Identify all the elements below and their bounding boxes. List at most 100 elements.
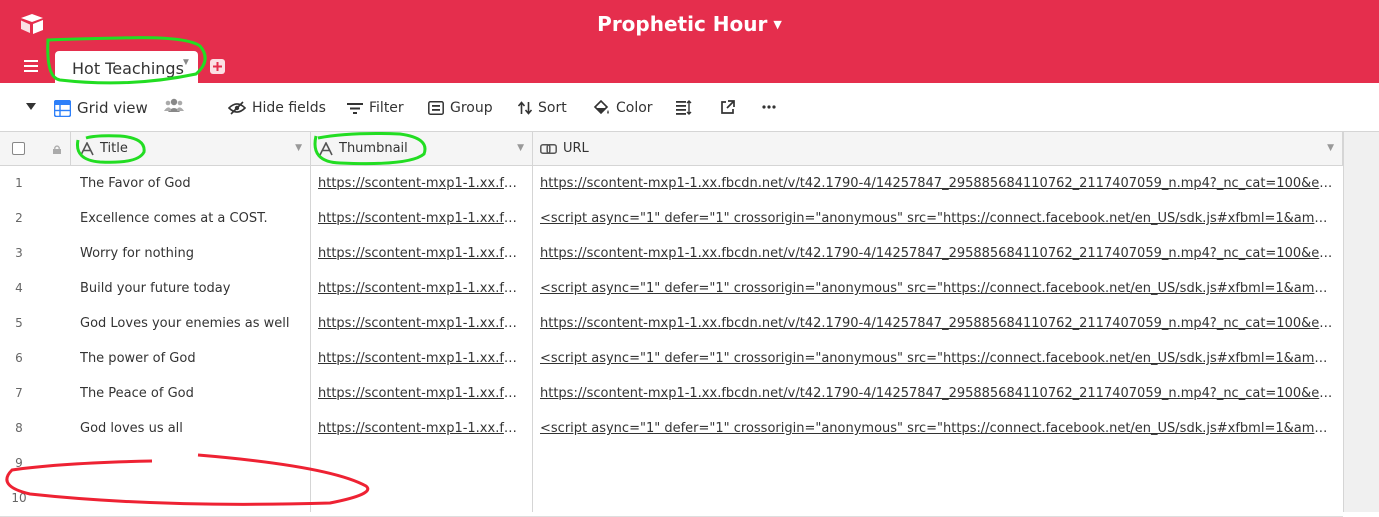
view-name: Grid view bbox=[77, 99, 148, 117]
table-row[interactable]: 2 Excellence comes at a COST. https://scon… bbox=[0, 201, 1343, 237]
link-field-icon bbox=[540, 143, 557, 154]
row-height-icon[interactable] bbox=[676, 100, 692, 115]
cell-title[interactable]: Worry for nothing bbox=[80, 236, 300, 271]
grid-header-row: Title ▼ Thumbnail ▼ URL ▼ bbox=[0, 132, 1343, 166]
eye-slash-icon bbox=[228, 101, 246, 115]
column-thumbnail-label: Thumbnail bbox=[339, 141, 408, 156]
row-number: 6 bbox=[15, 351, 23, 365]
group-icon bbox=[428, 101, 444, 115]
sort-label: Sort bbox=[538, 100, 567, 116]
column-divider bbox=[532, 166, 533, 512]
row-number: 7 bbox=[15, 386, 23, 400]
cell-thumbnail[interactable]: https://scontent-mxp1-1.xx.fbcdn.net bbox=[318, 306, 524, 341]
lock-icon bbox=[53, 145, 61, 154]
cell-thumbnail[interactable] bbox=[318, 481, 524, 516]
cell-thumbnail[interactable]: https://scontent-mxp1-1.xx.fbcdn.net bbox=[318, 271, 524, 306]
table-row[interactable]: 5 God Loves your enemies as well https://s… bbox=[0, 306, 1343, 342]
grid-view-icon bbox=[54, 99, 71, 117]
cell-url[interactable]: <script async="1" defer="1" crossorigin=… bbox=[540, 341, 1333, 376]
cell-url[interactable] bbox=[540, 446, 1333, 481]
color-button[interactable]: Color bbox=[593, 99, 653, 117]
hamburger-menu-icon[interactable] bbox=[24, 60, 38, 72]
table-tab-hot-teachings[interactable]: Hot Teachings ▼ bbox=[55, 51, 198, 83]
cell-url[interactable]: https://scontent-mxp1-1.xx.fbcdn.net/v/t… bbox=[540, 166, 1333, 201]
sort-button[interactable]: Sort bbox=[518, 99, 567, 117]
cell-thumbnail[interactable]: https://scontent-mxp1-1.xx.fbcdn.net bbox=[318, 201, 524, 236]
cell-url[interactable]: <script async="1" defer="1" crossorigin=… bbox=[540, 271, 1333, 306]
group-button[interactable]: Group bbox=[428, 99, 493, 117]
base-title[interactable]: Prophetic Hour ▼ bbox=[0, 12, 1379, 36]
cell-thumbnail[interactable]: https://scontent-mxp1-1.xx.fbcdn.net bbox=[318, 341, 524, 376]
base-title-text[interactable]: Prophetic Hour bbox=[597, 12, 767, 36]
cell-title[interactable]: God loves us all bbox=[80, 411, 300, 446]
cell-thumbnail[interactable]: https://scontent-mxp1-1.xx.fbcdn.net bbox=[318, 166, 524, 201]
select-all-checkbox[interactable] bbox=[12, 142, 25, 155]
view-toolbar: Grid view Hide fields Filter Group Sort bbox=[0, 83, 1379, 132]
row-number: 1 bbox=[15, 176, 23, 190]
cell-title[interactable]: God Loves your enemies as well bbox=[80, 306, 300, 341]
filter-icon bbox=[347, 102, 363, 114]
table-row[interactable]: 3 Worry for nothing https://scontent-mxp1-… bbox=[0, 236, 1343, 272]
cell-title[interactable] bbox=[80, 481, 300, 516]
table-row[interactable]: 7 The Peace of God https://scontent-mxp1-1… bbox=[0, 376, 1343, 412]
cell-title[interactable] bbox=[80, 446, 300, 481]
cell-url[interactable]: <script async="1" defer="1" crossorigin=… bbox=[540, 201, 1333, 236]
column-header-title[interactable]: Title ▼ bbox=[70, 132, 311, 165]
base-title-chevron-down-icon[interactable]: ▼ bbox=[773, 18, 781, 31]
collaborators-icon[interactable] bbox=[164, 97, 184, 113]
cell-thumbnail[interactable] bbox=[318, 446, 524, 481]
sort-arrows-icon bbox=[518, 101, 532, 115]
view-menu-chevron-down-icon[interactable] bbox=[26, 103, 36, 111]
text-field-icon bbox=[80, 141, 94, 155]
cell-title[interactable]: The Favor of God bbox=[80, 166, 300, 201]
group-label: Group bbox=[450, 100, 493, 116]
hide-fields-button[interactable]: Hide fields bbox=[228, 99, 326, 117]
column-header-url[interactable]: URL ▼ bbox=[533, 132, 1343, 165]
select-all-header bbox=[0, 132, 71, 165]
share-view-icon[interactable] bbox=[720, 100, 735, 115]
cell-url[interactable]: https://scontent-mxp1-1.xx.fbcdn.net/v/t… bbox=[540, 306, 1333, 341]
table-row[interactable]: 6 The power of God https://scontent-mxp1-1… bbox=[0, 341, 1343, 377]
row-number: 4 bbox=[15, 281, 23, 295]
hide-fields-label: Hide fields bbox=[252, 100, 326, 116]
row-number: 8 bbox=[15, 421, 23, 435]
column-divider bbox=[310, 166, 311, 512]
row-number: 3 bbox=[15, 246, 23, 260]
column-url-chevron-down-icon[interactable]: ▼ bbox=[1327, 143, 1334, 153]
view-switcher-button[interactable]: Grid view bbox=[54, 99, 148, 117]
cell-thumbnail[interactable]: https://scontent-mxp1-1.xx.fbcdn.net bbox=[318, 376, 524, 411]
cell-title[interactable]: The Peace of God bbox=[80, 376, 300, 411]
cell-thumbnail[interactable]: https://scontent-mxp1-1.xx.fbcdn.net bbox=[318, 236, 524, 271]
table-row[interactable]: 9 bbox=[0, 446, 1343, 482]
table-row[interactable]: 4 Build your future today https://scontent… bbox=[0, 271, 1343, 307]
row-number: 10 bbox=[11, 491, 27, 505]
grid-right-gutter bbox=[1343, 132, 1379, 512]
cell-url[interactable]: https://scontent-mxp1-1.xx.fbcdn.net/v/t… bbox=[540, 376, 1333, 411]
table-row[interactable]: 1 The Favor of God https://scontent-mxp1-1… bbox=[0, 166, 1343, 202]
paint-bucket-icon bbox=[593, 100, 609, 115]
more-options-icon[interactable] bbox=[762, 105, 776, 109]
cell-thumbnail[interactable]: https://scontent-mxp1-1.xx.fbcdn.net bbox=[318, 411, 524, 446]
column-header-thumbnail[interactable]: Thumbnail ▼ bbox=[311, 132, 533, 165]
text-field-icon bbox=[319, 141, 333, 155]
app-header: Prophetic Hour ▼ Hot Teachings ▼ bbox=[0, 0, 1379, 83]
row-number: 5 bbox=[15, 316, 23, 330]
table-tab-chevron-down-icon[interactable]: ▼ bbox=[181, 57, 191, 68]
filter-label: Filter bbox=[369, 100, 404, 116]
column-title-label: Title bbox=[100, 141, 128, 156]
table-row[interactable]: 8 God loves us all https://scontent-mxp1-1… bbox=[0, 411, 1343, 447]
row-number: 2 bbox=[15, 211, 23, 225]
filter-button[interactable]: Filter bbox=[347, 99, 404, 117]
column-title-chevron-down-icon[interactable]: ▼ bbox=[295, 143, 302, 153]
cell-title[interactable]: The power of God bbox=[80, 341, 300, 376]
cell-title[interactable]: Build your future today bbox=[80, 271, 300, 306]
color-label: Color bbox=[616, 100, 653, 116]
cell-url[interactable] bbox=[540, 481, 1333, 516]
cell-url[interactable]: https://scontent-mxp1-1.xx.fbcdn.net/v/t… bbox=[540, 236, 1333, 271]
table-tab-label[interactable]: Hot Teachings bbox=[72, 59, 184, 78]
cell-url[interactable]: <script async="1" defer="1" crossorigin=… bbox=[540, 411, 1333, 446]
column-thumbnail-chevron-down-icon[interactable]: ▼ bbox=[517, 143, 524, 153]
add-table-plus-icon[interactable] bbox=[210, 59, 225, 74]
row-number: 9 bbox=[15, 456, 23, 470]
cell-title[interactable]: Excellence comes at a COST. bbox=[80, 201, 300, 236]
